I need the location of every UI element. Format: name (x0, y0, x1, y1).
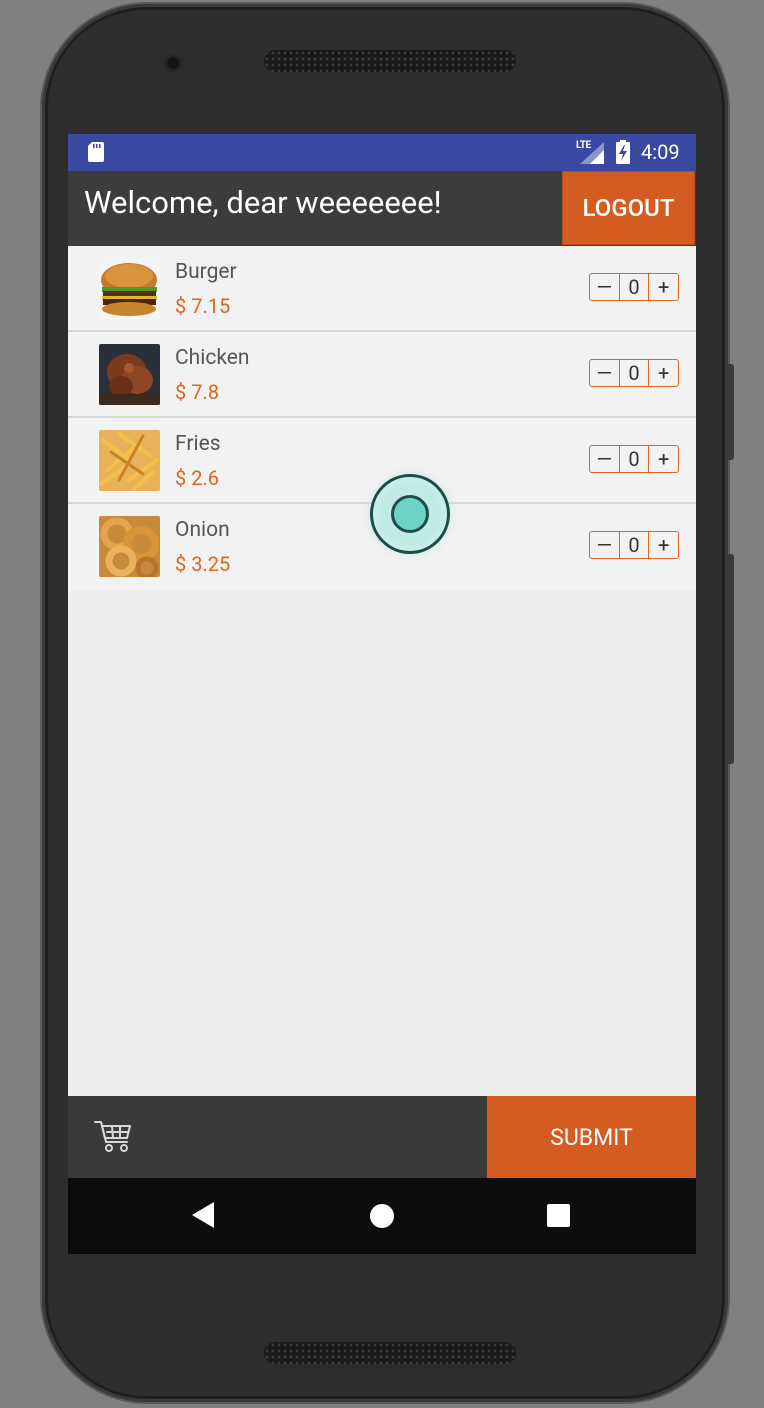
power-button (728, 554, 734, 764)
status-bar: LTE 4:09 (68, 134, 696, 171)
decrement-button[interactable]: — (590, 446, 620, 472)
volume-button (728, 364, 734, 460)
sd-card-icon (88, 142, 104, 162)
item-name: Chicken (175, 346, 250, 370)
submit-button[interactable]: SUBMIT (487, 1096, 696, 1178)
shopping-cart-icon[interactable] (94, 1120, 132, 1154)
decrement-button[interactable]: — (590, 532, 620, 558)
clock: 4:09 (641, 140, 680, 164)
quantity-value: 0 (628, 533, 640, 557)
welcome-message: Welcome, dear weeeeeee! (84, 184, 442, 221)
app-header: Welcome, dear weeeeeee! LOGOUT (68, 171, 696, 246)
bottom-speaker (264, 1342, 516, 1364)
system-nav-bar (68, 1178, 696, 1254)
touch-indicator-core (391, 495, 429, 533)
item-price: $ 3.25 (175, 552, 231, 576)
item-price: $ 2.6 (175, 466, 219, 490)
decrement-button[interactable]: — (590, 360, 620, 386)
home-icon[interactable] (370, 1204, 394, 1228)
bottom-bar: SUBMIT (68, 1096, 696, 1178)
quantity-stepper: — 0 + (589, 445, 679, 473)
increment-button[interactable]: + (648, 446, 678, 472)
onion-rings-image (99, 516, 160, 577)
decrement-button[interactable]: — (590, 274, 620, 300)
item-name: Fries (175, 432, 221, 456)
touch-indicator (370, 474, 450, 554)
increment-button[interactable]: + (648, 274, 678, 300)
increment-button[interactable]: + (648, 532, 678, 558)
quantity-stepper: — 0 + (589, 359, 679, 387)
top-speaker (264, 50, 516, 72)
signal-icon (580, 142, 604, 164)
quantity-value: 0 (628, 275, 640, 299)
front-camera (164, 54, 182, 72)
app-screen: LTE 4:09 Welcome, dear weeeeeee! LOGOUT (68, 134, 696, 1254)
burger-image (99, 258, 160, 319)
item-price: $ 7.15 (175, 294, 231, 318)
logout-button[interactable]: LOGOUT (562, 171, 695, 245)
item-name: Burger (175, 260, 237, 284)
quantity-value: 0 (628, 361, 640, 385)
menu-item-chicken[interactable]: Chicken $ 7.8 — 0 + (68, 332, 696, 418)
quantity-stepper: — 0 + (589, 273, 679, 301)
item-price: $ 7.8 (175, 380, 219, 404)
chicken-image (99, 344, 160, 405)
quantity-value: 0 (628, 447, 640, 471)
increment-button[interactable]: + (648, 360, 678, 386)
battery-charging-icon (616, 140, 630, 164)
quantity-stepper: — 0 + (589, 531, 679, 559)
fries-image (99, 430, 160, 491)
back-icon[interactable] (192, 1202, 216, 1228)
item-name: Onion (175, 518, 230, 542)
menu-item-burger[interactable]: Burger $ 7.15 — 0 + (68, 246, 696, 332)
recents-icon[interactable] (547, 1204, 570, 1227)
